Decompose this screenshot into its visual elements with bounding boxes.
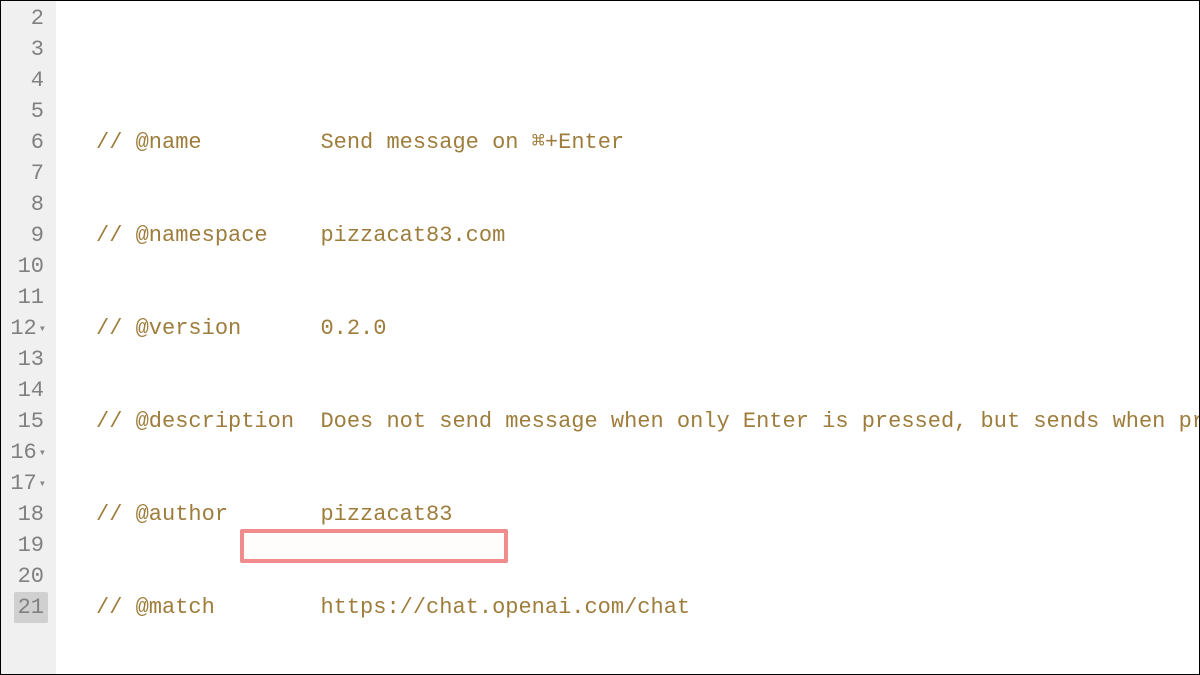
gutter-line: 6 bbox=[1, 127, 44, 158]
gutter-line: 8 bbox=[1, 189, 44, 220]
gutter-line: 13 bbox=[1, 344, 44, 375]
gutter-line-active: 21 bbox=[1, 592, 44, 623]
fold-icon[interactable]: ▾ bbox=[39, 477, 46, 491]
gutter-line: 3 bbox=[1, 34, 44, 65]
code-line[interactable]: // @name Send message on ⌘+Enter bbox=[96, 127, 1199, 158]
fold-icon[interactable]: ▾ bbox=[39, 322, 46, 336]
gutter-line: 14 bbox=[1, 375, 44, 406]
code-line[interactable]: // @match https://chat.openai.com/chat bbox=[96, 592, 1199, 623]
gutter-line: 15 bbox=[1, 406, 44, 437]
gutter-line: 2 bbox=[1, 3, 44, 34]
gutter-line: 7 bbox=[1, 158, 44, 189]
gutter-line[interactable]: 12▾ bbox=[1, 313, 44, 344]
gutter-line: 10 bbox=[1, 251, 44, 282]
code-editor[interactable]: 2 3 4 5 6 7 8 9 10 11 12▾ 13 14 15 16▾ 1… bbox=[1, 1, 1199, 674]
highlight-box bbox=[240, 529, 508, 563]
gutter-line[interactable]: 17▾ bbox=[1, 468, 44, 499]
gutter-line: 11 bbox=[1, 282, 44, 313]
code-line[interactable]: // @namespace pizzacat83.com bbox=[96, 220, 1199, 251]
gutter-line[interactable]: 16▾ bbox=[1, 437, 44, 468]
gutter-line: 5 bbox=[1, 96, 44, 127]
gutter-line: 9 bbox=[1, 220, 44, 251]
gutter-line: 19 bbox=[1, 530, 44, 561]
gutter: 2 3 4 5 6 7 8 9 10 11 12▾ 13 14 15 16▾ 1… bbox=[1, 1, 56, 674]
code-line[interactable]: // @version 0.2.0 bbox=[96, 313, 1199, 344]
fold-icon[interactable]: ▾ bbox=[39, 446, 46, 460]
gutter-line: 20 bbox=[1, 561, 44, 592]
gutter-line: 18 bbox=[1, 499, 44, 530]
code-area[interactable]: // @name Send message on ⌘+Enter // @nam… bbox=[56, 1, 1199, 674]
code-line[interactable]: // @description Does not send message wh… bbox=[96, 406, 1199, 437]
gutter-line: 4 bbox=[1, 65, 44, 96]
code-line[interactable]: // @author pizzacat83 bbox=[96, 499, 1199, 530]
